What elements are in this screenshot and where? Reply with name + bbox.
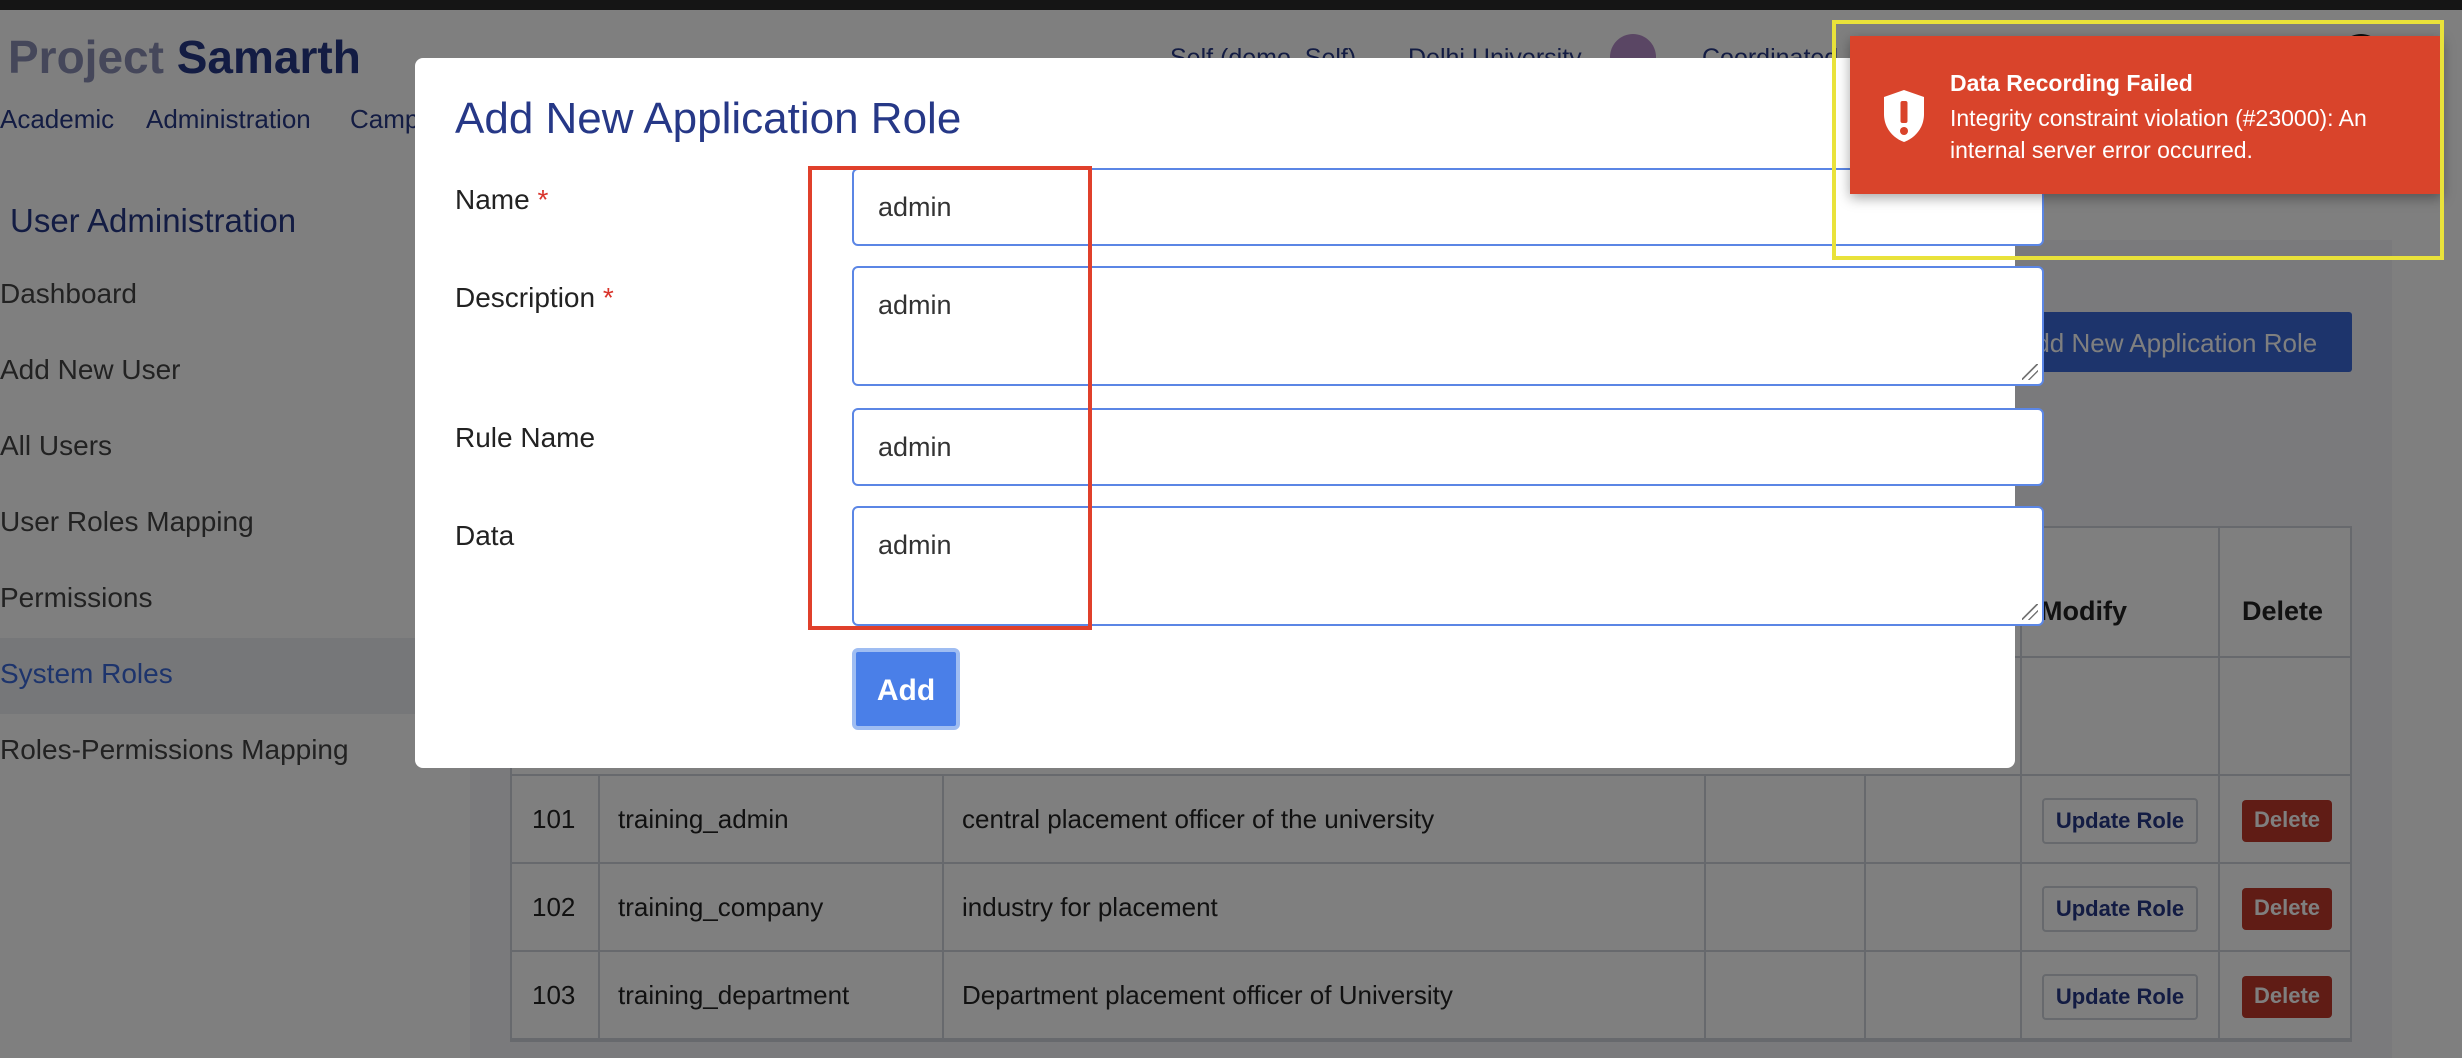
required-marker: * [602,282,614,313]
highlight-box-fields [808,166,1092,630]
description-label-text: Description [455,282,596,313]
resize-handle-icon[interactable] [2022,364,2038,380]
name-label: Name * [455,184,548,216]
data-label: Data [455,520,515,551]
add-application-role-modal: Add New Application Role Name * admin De… [415,58,2044,768]
rule-name-label: Rule Name [455,422,596,453]
name-label-text: Name [455,184,530,215]
highlight-box-toast [1832,20,2444,260]
description-label: Description * [455,282,614,314]
add-button[interactable]: Add [852,648,960,730]
resize-handle-icon[interactable] [2022,604,2038,620]
required-marker: * [537,184,549,215]
modal-title: Add New Application Role [455,94,962,143]
